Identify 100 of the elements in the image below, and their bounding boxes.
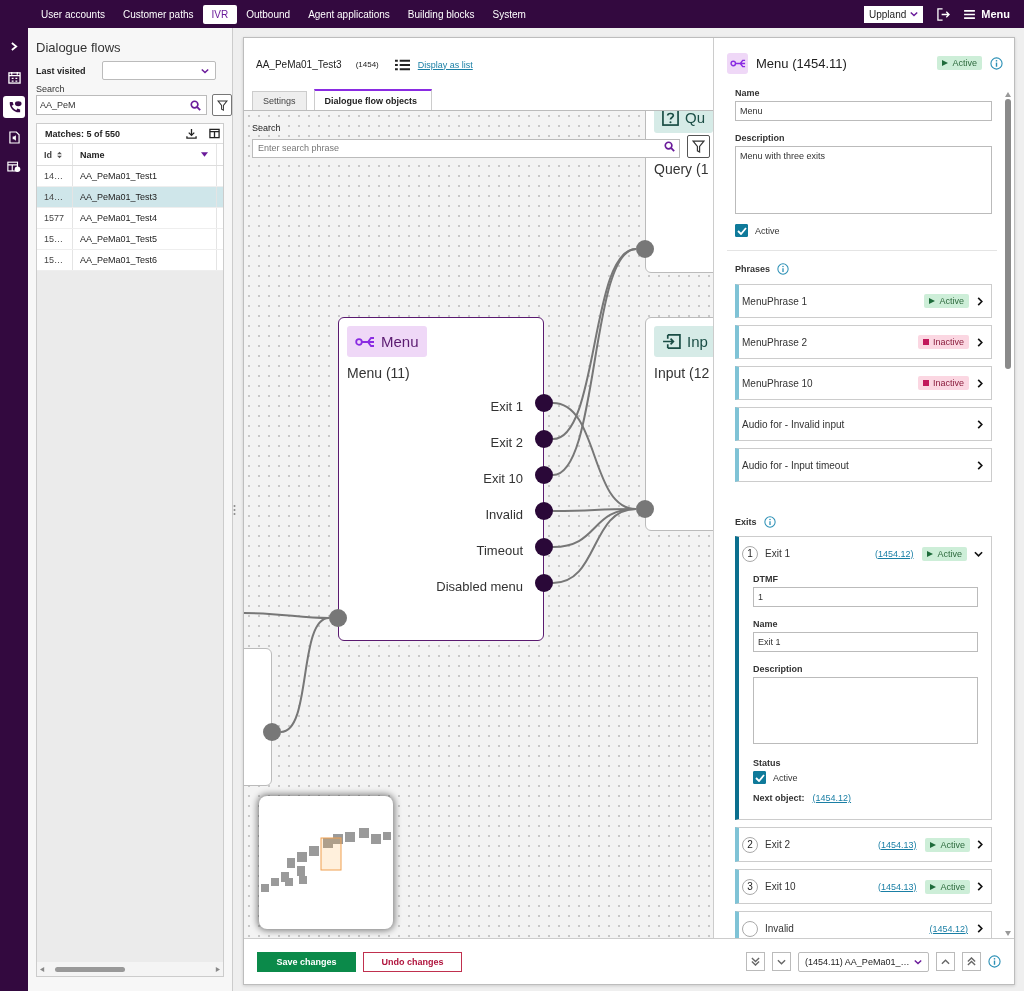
phrase-name: Audio for - Input timeout — [742, 459, 850, 471]
previous-button[interactable] — [936, 952, 955, 971]
scroll-left-icon[interactable] — [40, 966, 45, 972]
next-button[interactable] — [772, 952, 791, 971]
phone-icon[interactable] — [3, 96, 25, 118]
port-dot[interactable] — [535, 430, 553, 448]
phrase-row[interactable]: MenuPhrase 1 Active — [735, 284, 992, 318]
port-dot[interactable] — [263, 723, 281, 741]
nav-tab[interactable]: Building blocks — [398, 4, 484, 24]
exit-card[interactable]: 1 Exit 1 (1454.12) Active DTMF 1 Name Exit 1 Description Status Active Next object: (1454.12) — [735, 536, 992, 820]
filter-button[interactable] — [687, 135, 710, 158]
field-label: Search — [36, 84, 66, 94]
search-icon[interactable] — [664, 141, 675, 152]
port-dot[interactable] — [636, 240, 654, 258]
nav-tab[interactable]: User accounts — [32, 4, 114, 24]
port-dot[interactable] — [535, 574, 553, 592]
info-icon[interactable] — [990, 56, 1003, 70]
table-row[interactable]: 15… AA_PeMa01_Test5 — [37, 229, 223, 250]
name-field[interactable]: Exit 1 — [753, 632, 978, 652]
dtmf-field[interactable]: 1 — [753, 587, 978, 607]
info-icon[interactable] — [988, 955, 1001, 968]
tab[interactable]: Settings — [252, 91, 307, 110]
status-badge: Active — [937, 56, 982, 70]
scrollbar-thumb[interactable] — [1005, 99, 1011, 369]
phrase-row[interactable]: MenuPhrase 10 Inactive — [735, 366, 992, 400]
port-dot[interactable] — [329, 609, 347, 627]
flow-id: (1454) — [355, 60, 379, 69]
chevron-down-icon[interactable] — [974, 550, 983, 557]
phrase-row[interactable]: Audio for - Input timeout — [735, 448, 992, 482]
scroll-right-icon[interactable] — [215, 966, 220, 972]
object-link[interactable]: (1454.13) — [877, 881, 917, 892]
scrollbar-thumb[interactable] — [55, 966, 125, 972]
phrase-row[interactable]: Audio for - Invalid input — [735, 407, 992, 441]
input-node[interactable]: Inp Input (12 — [645, 317, 713, 531]
filter-button[interactable] — [212, 94, 232, 116]
section-title: Phrases — [735, 264, 771, 274]
chevron-right-icon[interactable] — [977, 840, 983, 849]
minimap[interactable] — [259, 796, 393, 929]
caret-icon — [910, 11, 919, 17]
checkbox[interactable] — [735, 224, 748, 237]
object-link[interactable]: (1454.12) — [812, 793, 852, 803]
status-badge: Active — [924, 294, 969, 308]
last-button[interactable] — [746, 952, 765, 971]
table-row[interactable]: 1577 AA_PeMa01_Test4 — [37, 208, 223, 229]
port-dot[interactable] — [535, 466, 553, 484]
nav-tab[interactable]: IVR — [202, 4, 238, 24]
search-field[interactable]: AA_PeM — [36, 95, 207, 115]
save-button[interactable]: Save changes — [257, 951, 356, 972]
nav-tab[interactable]: Outbound — [237, 4, 300, 24]
scroll-down-icon[interactable] — [1005, 931, 1011, 936]
nav-tab[interactable]: System — [483, 4, 535, 24]
exit-card[interactable]: Invalid (1454.12) — [735, 911, 992, 938]
chevron-right-icon[interactable] — [977, 924, 983, 933]
object-link[interactable]: (1454.13) — [877, 839, 917, 850]
port-dot[interactable] — [535, 502, 553, 520]
organization-select[interactable]: Uppland — [864, 5, 924, 23]
object-link[interactable]: (1454.12) — [929, 923, 968, 934]
menu-node[interactable]: Menu Menu (11) Exit 1 Exit 2 Exit 10 Invalid Timeout Disabled menu — [338, 317, 544, 641]
undo-button[interactable]: Undo changes — [363, 951, 462, 972]
section-title: Exits — [735, 517, 757, 527]
checkbox[interactable] — [753, 771, 766, 784]
logout-icon[interactable] — [937, 7, 951, 21]
phrase-row[interactable]: MenuPhrase 2 Inactive — [735, 325, 992, 359]
object-select[interactable]: (1454.11) AA_PeMa01_… — [798, 951, 929, 972]
download-icon[interactable] — [186, 128, 197, 139]
exit-label: Exit 1 — [489, 397, 524, 416]
exit-card[interactable]: 3 Exit 10 (1454.13) Active — [735, 869, 992, 904]
table-row[interactable]: 14… AA_PeMa01_Test3 — [37, 187, 223, 208]
splitter-handle[interactable] — [233, 503, 236, 516]
description-field[interactable] — [753, 677, 978, 744]
field-label: DTMF — [753, 574, 779, 584]
phrase-name: Audio for - Invalid input — [742, 418, 846, 430]
nav-tab[interactable]: Agent applications — [299, 4, 399, 24]
filter-icon — [216, 99, 228, 111]
field-label: Search — [252, 123, 281, 133]
port-dot[interactable] — [535, 394, 553, 412]
tab[interactable]: Dialogue flow objects — [313, 89, 433, 110]
panel-title: Menu (1454.11) — [756, 55, 848, 71]
port-dot[interactable] — [535, 538, 553, 556]
display-as-list-link[interactable]: Display as list — [417, 59, 473, 70]
columns-icon[interactable] — [209, 128, 220, 139]
object-link[interactable]: (1454.12) — [874, 548, 914, 559]
description-field[interactable]: Menu with three exits — [735, 146, 992, 214]
search-field[interactable]: Enter search phrase — [252, 138, 680, 158]
scroll-up-icon[interactable] — [1005, 92, 1011, 97]
nav-tab[interactable]: Customer paths — [113, 4, 203, 24]
status-badge: Inactive — [917, 335, 969, 349]
name-field[interactable]: Menu — [735, 101, 992, 121]
info-icon[interactable] — [763, 516, 776, 528]
node-subtitle: Menu (11) — [347, 365, 411, 383]
first-button[interactable] — [962, 952, 981, 971]
column-header[interactable]: Name — [73, 144, 217, 165]
column-header[interactable]: Id — [37, 144, 73, 165]
filter-icon — [692, 140, 705, 153]
port-dot[interactable] — [636, 500, 654, 518]
chevron-right-icon[interactable] — [977, 882, 983, 891]
exit-card[interactable]: 2 Exit 2 (1454.13) Active — [735, 827, 992, 862]
info-icon[interactable] — [777, 263, 790, 275]
flow-title: AA_PeMa01_Test3 — [256, 59, 342, 70]
menu-button[interactable]: Menu — [964, 8, 1010, 20]
